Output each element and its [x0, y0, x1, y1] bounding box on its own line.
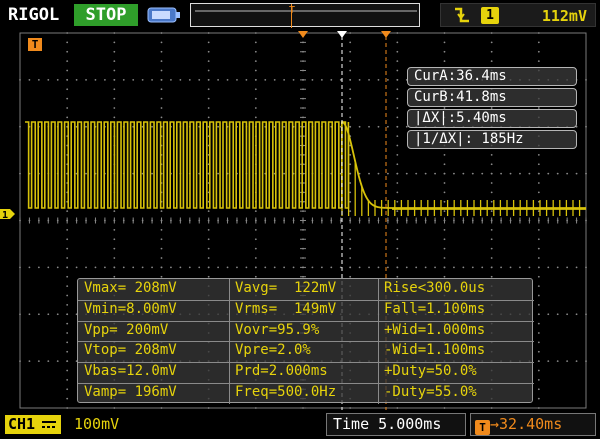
measurement-vmin: Vmin=8.00mV	[84, 300, 177, 317]
channel1-waveform	[25, 121, 350, 209]
trigger-offset-setting[interactable]: T →32.40ms	[470, 413, 596, 436]
measurement-pos-width: +Wid=1.000ms	[384, 321, 486, 338]
cursor-a-readout: CurA:36.4ms	[407, 67, 577, 86]
measurement-vbase: Vbas=12.0mV	[84, 363, 177, 379]
measurement-row: Vbas=12.0mV Prd=2.000ms +Duty=50.0%	[78, 362, 534, 383]
measurement-freq: Freq=500.0Hz	[235, 383, 337, 400]
bottom-status-bar: CH1 100mV Time 5.000ms T →32.40ms	[0, 410, 600, 439]
trigger-tag-label: T	[32, 38, 39, 51]
measurement-row: Vmin=8.00mV Vrms= 149mV Fall=1.100ms	[78, 300, 534, 321]
trigger-source-badge: 1	[481, 7, 499, 24]
trigger-level: 112mV	[541, 7, 587, 25]
measurement-table: Vmax= 208mV Vavg= 122mV Rise<300.0us Vmi…	[77, 278, 534, 404]
trigger-offset-value: 32.40ms	[499, 415, 563, 433]
cursor-b-readout: CurB:41.8ms	[407, 88, 577, 107]
channel1-offset-label: 1	[2, 210, 8, 221]
measurement-vmax: Vmax= 208mV	[84, 280, 177, 296]
brand-logo: RIGOL	[8, 5, 60, 25]
measurement-vpre: Vpre=2.0%	[235, 342, 311, 358]
measurement-vavg: Vavg= 122mV	[235, 280, 337, 296]
trigger-offset-icon: T	[475, 420, 490, 435]
measurement-vtop: Vtop= 208mV	[84, 342, 177, 358]
timebase-setting[interactable]: Time 5.000ms	[326, 413, 466, 436]
usb-storage-icon	[147, 7, 180, 23]
measurement-vrms: Vrms= 149mV	[235, 300, 337, 317]
trigger-setting[interactable]: 1 112mV	[440, 3, 596, 27]
memory-trigger-marker: T	[289, 5, 295, 16]
measurement-vamp: Vamp= 196mV	[84, 383, 177, 400]
measurement-vpp: Vpp= 200mV	[84, 321, 169, 338]
measurement-fall: Fall=1.100ms	[384, 300, 486, 317]
memory-waveform-preview: T	[195, 4, 417, 28]
measurement-pos-duty: +Duty=50.0%	[384, 363, 477, 379]
measurement-rise: Rise<300.0us	[384, 280, 486, 296]
trigger-offset-arrow: →	[490, 415, 500, 433]
memory-depth-bar: T	[190, 3, 420, 28]
top-status-bar: RIGOL STOP T 1 112mV	[0, 0, 600, 30]
measurement-row: Vamp= 196mV Freq=500.0Hz -Duty=55.0%	[78, 383, 534, 404]
run-stop-indicator[interactable]: STOP	[74, 4, 138, 26]
channel1-scale[interactable]: 100mV	[74, 415, 119, 434]
cursor-readout-panel: CurA:36.4ms CurB:41.8ms |ΔX|:5.40ms |1/Δ…	[407, 67, 577, 151]
trigger-position-marker	[298, 31, 308, 38]
cursor-delta-readout: |ΔX|:5.40ms	[407, 109, 577, 128]
cursor-frequency-readout: |1/ΔX|: 185Hz	[407, 130, 577, 149]
measurement-vovr: Vovr=95.9%	[235, 321, 320, 338]
measurement-neg-width: -Wid=1.100ms	[384, 342, 486, 358]
dc-coupling-icon	[42, 421, 56, 428]
measurement-row: Vmax= 208mV Vavg= 122mV Rise<300.0us	[78, 279, 534, 300]
measurement-row: Vpp= 200mV Vovr=95.9% +Wid=1.000ms	[78, 321, 534, 342]
falling-edge-icon	[455, 7, 469, 23]
measurement-period: Prd=2.000ms	[235, 363, 328, 379]
channel1-tag[interactable]: CH1	[5, 415, 61, 434]
measurement-row: Vtop= 208mV Vpre=2.0% -Wid=1.100ms	[78, 341, 534, 362]
measurement-neg-duty: -Duty=55.0%	[384, 383, 477, 400]
channel1-label: CH1	[8, 415, 36, 433]
